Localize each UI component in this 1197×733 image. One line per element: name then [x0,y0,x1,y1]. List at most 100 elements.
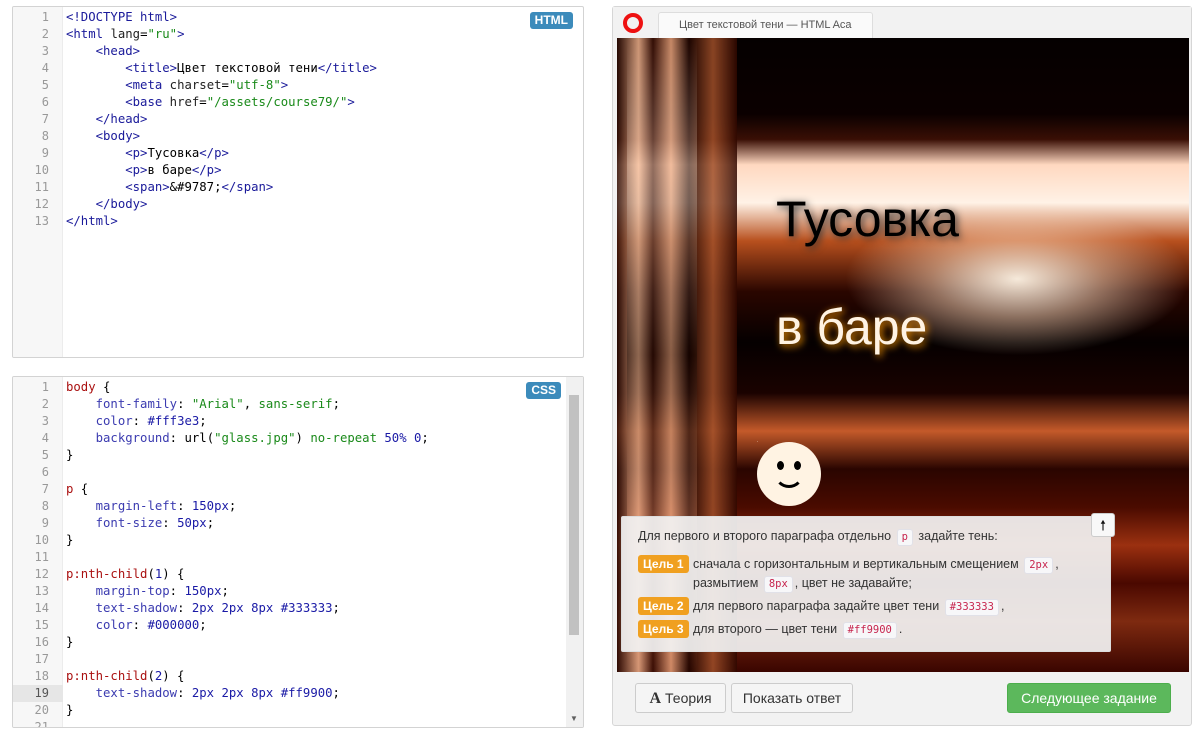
html-line[interactable]: 6 <base href="/assets/course79/"> [13,94,583,111]
line-number: 3 [41,414,49,428]
code-text[interactable]: font-size: 50px; [66,515,214,532]
goal-tag: Цель 2 [638,597,689,615]
html-line[interactable]: 3 <head> [13,43,583,60]
css-line[interactable]: 20} [13,702,583,719]
html-line[interactable]: 9 <p>Тусовка</p> [13,145,583,162]
line-number: 1 [41,10,49,24]
code-text[interactable]: } [66,634,73,651]
code-text[interactable]: </html> [66,213,118,230]
code-text[interactable]: } [66,702,73,719]
smiley-icon: ☻ [757,442,821,506]
code-text[interactable]: body { [66,379,110,396]
code-text[interactable]: p { [66,481,88,498]
css-line[interactable]: 14 text-shadow: 2px 2px 8px #333333; [13,600,583,617]
css-line[interactable]: 12 p:nth-child(1) { [13,566,583,583]
css-line[interactable]: 7 p { [13,481,583,498]
code-text[interactable]: <meta charset="utf-8"> [66,77,288,94]
css-line[interactable]: 2 font-family: "Arial", sans-serif; [13,396,583,413]
goal-tag: Цель 1 [638,555,689,573]
css-scrollbar-thumb[interactable] [569,395,579,635]
code-text[interactable]: <title>Цвет текстовой тени</title> [66,60,377,77]
line-number: 20 [34,703,49,717]
line-number: 12 [34,567,49,581]
code-text[interactable]: </head> [66,111,148,128]
html-line[interactable]: 11 <span>&#9787;</span> [13,179,583,196]
css-line[interactable]: 13 margin-top: 150px; [13,583,583,600]
line-number: 18 [34,669,49,683]
code-text[interactable]: </body> [66,196,148,213]
html-line[interactable]: 2 <html lang="ru"> [13,26,583,43]
css-line[interactable]: 4 background: url("glass.jpg") no-repeat… [13,430,583,447]
css-line[interactable]: 6 [13,464,583,481]
code-text[interactable]: color: #000000; [66,617,207,634]
line-number: 10 [34,533,49,547]
line-number: 6 [41,465,49,479]
css-line[interactable]: 15 color: #000000; [13,617,583,634]
code-text[interactable]: } [66,532,73,549]
code-text[interactable]: } [66,447,73,464]
code-text[interactable]: <!DOCTYPE html> [66,9,177,26]
code-text[interactable]: <base href="/assets/course79/"> [66,94,355,111]
css-scrollbar[interactable]: ▼ [566,377,583,727]
code-text[interactable]: margin-left: 150px; [66,498,237,515]
theory-button[interactable]: A Теория [635,683,726,713]
code-text[interactable]: font-family: "Arial", sans-serif; [66,396,340,413]
html-line[interactable]: 10 <p>в баре</p> [13,162,583,179]
html-line[interactable]: 5 <meta charset="utf-8"> [13,77,583,94]
scroll-down-arrow-icon[interactable]: ▼ [569,713,579,725]
html-line[interactable]: 13 </html> [13,213,583,230]
browser-tab[interactable]: Цвет текстовой тени — HTML Aca [658,12,873,38]
css-line[interactable]: 19 text-shadow: 2px 2px 8px #ff9900; [13,685,583,702]
line-number: 17 [34,652,49,666]
line-number: 4 [41,61,49,75]
css-code-lines[interactable]: 1 body {2 font-family: "Arial", sans-seri… [13,379,583,728]
next-task-button[interactable]: Следующее задание [1007,683,1171,713]
css-line[interactable]: 9 font-size: 50px; [13,515,583,532]
line-number: 2 [41,397,49,411]
css-line[interactable]: 17 [13,651,583,668]
code-text[interactable]: color: #fff3e3; [66,413,207,430]
css-editor[interactable]: 1 body {2 font-family: "Arial", sans-seri… [12,376,584,728]
css-line[interactable]: 5} [13,447,583,464]
goal-text: для второго — цвет тени #ff9900. [693,620,1093,639]
code-text[interactable]: text-shadow: 2px 2px 8px #333333; [66,600,340,617]
line-number: 21 [34,720,49,728]
code-text[interactable]: margin-top: 150px; [66,583,229,600]
css-line[interactable]: 10} [13,532,583,549]
css-line[interactable]: 16} [13,634,583,651]
html-line[interactable]: 8 <body> [13,128,583,145]
code-text[interactable]: <html lang="ru"> [66,26,185,43]
html-code-lines[interactable]: 1 <!DOCTYPE html> 2 <html lang="ru"> 3 <head… [13,9,583,230]
line-number: 15 [34,618,49,632]
line-number: 9 [41,516,49,530]
css-line[interactable]: 8 margin-left: 150px; [13,498,583,515]
html-line[interactable]: 1 <!DOCTYPE html> [13,9,583,26]
line-number: 11 [34,550,49,564]
code-text[interactable]: <head> [66,43,140,60]
css-badge: CSS [526,382,561,399]
html-line[interactable]: 4 <title>Цвет текстовой тени</title> [13,60,583,77]
code-text[interactable]: background: url("glass.jpg") no-repeat 5… [66,430,429,447]
code-text[interactable]: <span>&#9787;</span> [66,179,273,196]
theory-icon: A [649,690,662,707]
code-text[interactable]: p:nth-child(1) { [66,566,184,583]
html-line[interactable]: 7 </head> [13,111,583,128]
line-number: 16 [34,635,49,649]
line-number: 3 [41,44,49,58]
css-line[interactable]: 1 body { [13,379,583,396]
code-text[interactable]: p:nth-child(2) { [66,668,184,685]
css-line[interactable]: 18 p:nth-child(2) { [13,668,583,685]
line-number: 1 [41,380,49,394]
code-text[interactable]: text-shadow: 2px 2px 8px #ff9900; [66,685,340,702]
css-line[interactable]: 3 color: #fff3e3; [13,413,583,430]
line-number: 10 [34,163,49,177]
show-answer-button[interactable]: Показать ответ [731,683,853,713]
css-line[interactable]: 21 [13,719,583,728]
html-line[interactable]: 12 </body> [13,196,583,213]
code-text[interactable]: <p>Тусовка</p> [66,145,229,162]
css-line[interactable]: 11 [13,549,583,566]
code-text[interactable]: <body> [66,128,140,145]
collapse-tasks-button[interactable]: 🠕 [1091,513,1115,537]
html-editor[interactable]: 1 <!DOCTYPE html> 2 <html lang="ru"> 3 <head… [12,6,584,358]
code-text[interactable]: <p>в баре</p> [66,162,221,179]
